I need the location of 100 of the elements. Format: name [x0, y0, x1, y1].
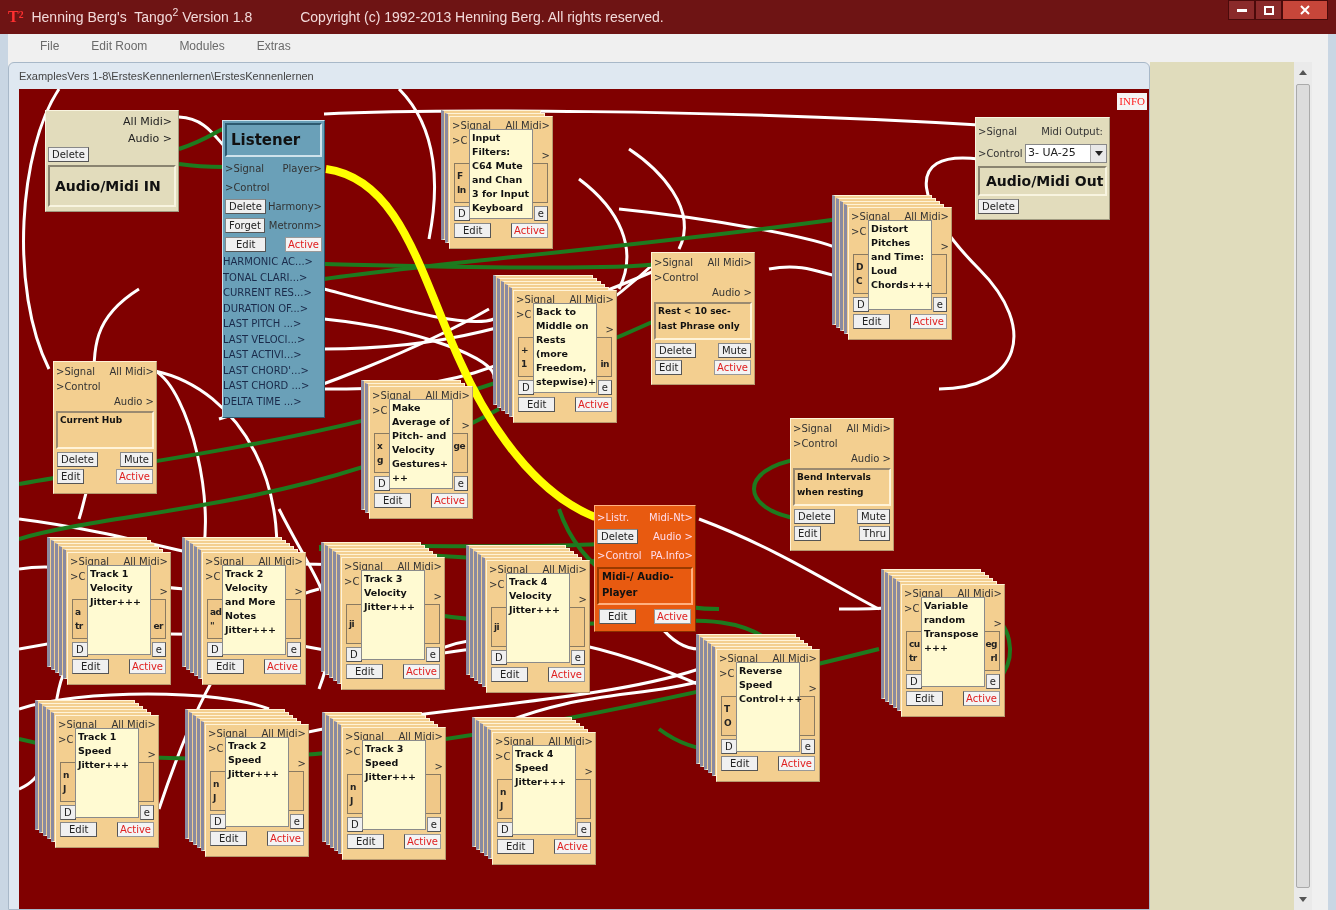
port-label[interactable]: >	[993, 617, 1002, 630]
port-label[interactable]: All Midi>	[569, 293, 614, 306]
menu-item[interactable]: File	[24, 37, 76, 55]
active-button[interactable]: Active	[963, 691, 1000, 706]
port-label[interactable]: >Signal	[345, 730, 385, 743]
port-label[interactable]: >Control	[793, 437, 838, 450]
active-button[interactable]: Active	[117, 822, 154, 837]
edit-button[interactable]: Edit	[454, 223, 492, 238]
port-label[interactable]: >	[297, 757, 306, 770]
edit-button[interactable]: Edit	[346, 664, 384, 679]
active-button[interactable]: Active	[778, 756, 815, 771]
port-label[interactable]: All Midi>	[846, 422, 891, 435]
active-button[interactable]: Active	[116, 469, 153, 484]
edit-button[interactable]: Edit	[72, 659, 110, 674]
module-button[interactable]: e	[289, 814, 304, 829]
active-button[interactable]: Active	[714, 360, 751, 375]
mute-button[interactable]: Mute	[717, 343, 751, 358]
module-button[interactable]: Delete	[225, 199, 266, 214]
edit-button[interactable]: Edit	[906, 691, 944, 706]
port-label[interactable]: All Midi>	[109, 365, 154, 378]
port-label[interactable]: >Signal	[489, 563, 529, 576]
delete-button[interactable]: Delete	[57, 452, 98, 467]
port-label[interactable]: All Midi>	[111, 718, 156, 731]
port-label[interactable]: >Signal	[904, 587, 944, 600]
module-button[interactable]: e	[985, 674, 1000, 689]
active-button[interactable]: Active	[264, 659, 301, 674]
port-label[interactable]: All Midi>	[397, 560, 442, 573]
module-button[interactable]: e	[139, 805, 154, 820]
port-label[interactable]: >Signal	[452, 119, 492, 132]
menu-item[interactable]: Extras	[240, 37, 307, 55]
module-button[interactable]: D	[347, 817, 363, 832]
port-label[interactable]: >	[294, 585, 303, 598]
module-button[interactable]: e	[425, 647, 440, 662]
module-button[interactable]: e	[570, 650, 585, 665]
scrollbar[interactable]	[1294, 62, 1312, 910]
module-button[interactable]: D	[210, 814, 226, 829]
port-label[interactable]: >C	[70, 570, 86, 583]
port-label[interactable]: >C	[452, 134, 468, 147]
edit-button[interactable]: Edit	[794, 526, 822, 541]
module-button[interactable]: D	[72, 642, 88, 657]
port-label[interactable]: >Signal	[372, 389, 412, 402]
module-button[interactable]: D	[346, 647, 362, 662]
port-label[interactable]: >Signal	[205, 555, 245, 568]
port-label[interactable]: >Signal	[978, 124, 1018, 138]
port-label[interactable]: LAST PITCH ...>	[223, 316, 324, 332]
port-label[interactable]: >Signal	[793, 422, 833, 435]
port-label[interactable]: All Midi>	[261, 727, 306, 740]
port-label[interactable]: LAST CHORD'...>	[223, 362, 324, 378]
active-button[interactable]: Active	[654, 609, 691, 624]
port-label[interactable]: >Signal	[208, 727, 248, 740]
module-button[interactable]: e	[576, 822, 591, 837]
maximize-button[interactable]	[1255, 0, 1282, 20]
edit-button[interactable]: Edit	[347, 834, 385, 849]
close-button[interactable]	[1282, 0, 1328, 20]
port-label[interactable]: >Signal	[344, 560, 384, 573]
active-button[interactable]: Active	[511, 223, 548, 238]
module-button[interactable]: D	[454, 206, 470, 221]
port-label[interactable]: >Signal	[70, 555, 110, 568]
port-label[interactable]: Harmony>	[267, 200, 322, 213]
module-button[interactable]: D	[491, 650, 507, 665]
port-label[interactable]: All Midi>	[548, 735, 593, 748]
port-label[interactable]: HARMONIC AC...>	[223, 254, 324, 270]
dropdown-caret-icon[interactable]	[1094, 150, 1103, 156]
port-label[interactable]: >Control	[654, 271, 699, 284]
active-button[interactable]: Active	[403, 664, 440, 679]
edit-button[interactable]: Edit	[207, 659, 245, 674]
port-label[interactable]: >Signal	[719, 652, 759, 665]
port-label[interactable]: All Midi>	[542, 563, 587, 576]
port-label[interactable]: >	[159, 585, 168, 598]
thru-button[interactable]: Thru	[859, 526, 890, 541]
mute-button[interactable]: Mute	[856, 509, 890, 524]
info-label[interactable]: INFO	[1117, 93, 1147, 110]
active-button[interactable]: Active	[267, 831, 304, 846]
edit-button[interactable]: Edit	[497, 839, 535, 854]
edit-button[interactable]: Edit	[374, 493, 412, 508]
edit-button[interactable]: Edit	[60, 822, 98, 837]
edit-button[interactable]: Edit	[491, 667, 529, 682]
edit-button[interactable]: Edit	[225, 237, 267, 252]
port-label[interactable]: >	[940, 240, 949, 253]
module-button[interactable]: e	[800, 739, 815, 754]
edit-button[interactable]: Edit	[853, 314, 891, 329]
port-label[interactable]: >C	[489, 578, 505, 591]
port-label[interactable]: CURRENT RES...>	[223, 285, 324, 301]
port-label[interactable]: DELTA TIME ...>	[223, 393, 324, 409]
port-label[interactable]: LAST ACTIVI...>	[223, 347, 324, 363]
port-label[interactable]: >C	[495, 750, 511, 763]
port-label[interactable]: All Midi>	[425, 389, 470, 402]
port-label[interactable]: >	[578, 593, 587, 606]
module-button[interactable]: D	[207, 642, 223, 657]
port-label[interactable]: >	[605, 323, 614, 336]
port-label[interactable]: >C	[345, 745, 361, 758]
port-label[interactable]: >C	[205, 570, 221, 583]
module-button[interactable]: e	[151, 642, 166, 657]
active-button[interactable]: Active	[129, 659, 166, 674]
port-label[interactable]: >C	[904, 602, 920, 615]
port-label[interactable]: Audio >	[128, 130, 172, 147]
port-label[interactable]: All Midi>	[772, 652, 817, 665]
active-button[interactable]: Active	[404, 834, 441, 849]
module-button[interactable]: e	[426, 817, 441, 832]
active-button[interactable]: Active	[910, 314, 947, 329]
